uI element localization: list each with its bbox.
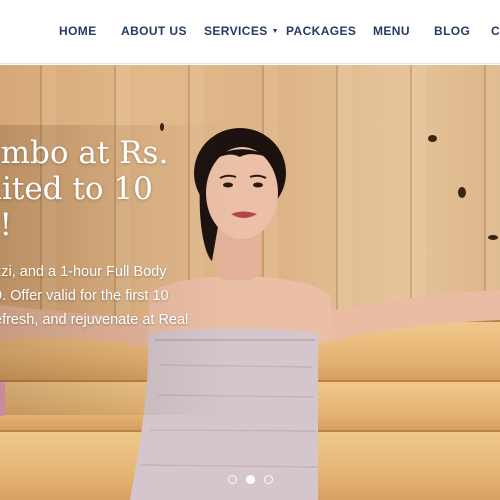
hero-cta-button[interactable] — [0, 382, 5, 416]
hero-subtext-line: efresh, and rejuvenate at Real — [0, 312, 189, 328]
nav-item-packages[interactable]: PACKAGES — [286, 24, 356, 38]
hero-subtext-line: 9. Offer valid for the first 10 — [0, 288, 169, 304]
nav-item-contact[interactable]: C — [491, 24, 500, 38]
hero-subtext-line: zzi, and a 1-hour Full Body — [0, 264, 167, 280]
nav-item-about-us[interactable]: ABOUT US — [121, 24, 187, 38]
hero-headline: ombo at Rs. nited to 10 y! — [0, 135, 282, 243]
hero-headline-line: y! — [0, 207, 12, 243]
nav-item-services-label: SERVICES — [204, 24, 268, 38]
slider-dot[interactable] — [228, 475, 237, 484]
hero-headline-line: nited to 10 — [0, 171, 153, 207]
top-navbar: HOME ABOUT US SERVICES ▼ PACKAGES MENU BL… — [0, 0, 500, 64]
nav-item-menu[interactable]: MENU — [373, 24, 410, 38]
nav-menu: HOME ABOUT US SERVICES ▼ PACKAGES MENU BL… — [0, 0, 500, 64]
nav-item-home[interactable]: HOME — [59, 24, 97, 38]
nav-item-blog[interactable]: BLOG — [434, 24, 470, 38]
nav-item-services[interactable]: SERVICES ▼ — [204, 24, 279, 38]
slider-dot[interactable] — [264, 475, 273, 484]
hero-headline-line: ombo at Rs. — [0, 135, 169, 171]
hero-slider: ombo at Rs. nited to 10 y! zzi, and a 1-… — [0, 65, 500, 500]
hero-subtext: zzi, and a 1-hour Full Body 9. Offer val… — [0, 260, 294, 332]
slider-dot-active[interactable] — [246, 475, 255, 484]
chevron-down-icon: ▼ — [271, 28, 280, 35]
